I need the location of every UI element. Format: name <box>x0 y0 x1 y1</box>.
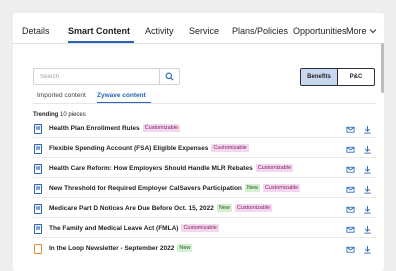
content-row: W Health Plan Enrollment Rules Customizab… <box>33 120 376 138</box>
smart-content-card: Details Smart Content Activity Service P… <box>13 13 384 271</box>
trending-heading: Trending 10 pieces <box>33 112 86 118</box>
row-divider <box>33 137 376 138</box>
search-icon <box>165 72 174 81</box>
download-icon[interactable] <box>363 185 372 194</box>
search-button[interactable] <box>159 68 180 85</box>
subtab-divider <box>33 103 376 104</box>
customizable-badge: Customizable <box>142 124 180 133</box>
word-document-icon: W <box>34 184 42 194</box>
content-title-link[interactable]: Health Care Reform: How Employers Should… <box>49 164 294 174</box>
row-divider <box>33 237 376 238</box>
tab-more[interactable]: More <box>346 26 367 37</box>
download-icon[interactable] <box>363 205 372 214</box>
content-title-link[interactable]: In the Loop Newsletter - September 2022 N… <box>49 244 193 254</box>
tab-opportunities[interactable]: Opportunities <box>293 26 347 37</box>
tab-bar: Details Smart Content Activity Service P… <box>13 13 384 44</box>
word-document-icon: W <box>34 164 42 174</box>
newsletter-document-icon <box>34 244 42 254</box>
download-icon[interactable] <box>363 225 372 234</box>
download-icon[interactable] <box>363 145 372 154</box>
row-divider <box>33 197 376 198</box>
email-icon[interactable] <box>346 185 355 194</box>
customizable-badge: Customizable <box>211 144 249 153</box>
word-document-icon: W <box>34 204 42 214</box>
tab-service[interactable]: Service <box>189 26 219 37</box>
tab-activity[interactable]: Activity <box>145 26 174 37</box>
email-icon[interactable] <box>346 145 355 154</box>
content-title-link[interactable]: The Family and Medical Leave Act (FMLA) C… <box>49 224 219 234</box>
chevron-down-icon[interactable] <box>368 26 378 36</box>
row-divider <box>33 157 376 158</box>
line-of-business-toggle: Benefits P&C <box>300 68 375 86</box>
customizable-badge: Customizable <box>262 184 301 193</box>
customizable-badge: Customizable <box>181 224 219 233</box>
tab-smart-content[interactable]: Smart Content <box>68 26 130 37</box>
benefits-toggle-button[interactable]: Benefits <box>301 69 338 85</box>
subtab-imported-content[interactable]: Imported content <box>37 92 86 99</box>
customizable-badge: Customizable <box>234 204 273 213</box>
tab-details[interactable]: Details <box>22 26 50 37</box>
row-divider <box>33 177 376 178</box>
customizable-badge: Customizable <box>255 164 294 173</box>
content-row: W Health Care Reform: How Employers Shou… <box>33 160 376 178</box>
content-title-link[interactable]: Health Plan Enrollment Rules Customizable <box>49 124 180 134</box>
row-divider <box>33 217 376 218</box>
content-row: W New Threshold for Required Employer Ca… <box>33 180 376 198</box>
subtab-zywave-content[interactable]: Zywave content <box>97 92 146 99</box>
content-title-link[interactable]: Flexible Spending Account (FSA) Eligible… <box>49 144 249 154</box>
tab-plans-policies[interactable]: Plans/Policies <box>232 26 288 37</box>
email-icon[interactable] <box>346 165 355 174</box>
search-input[interactable] <box>33 68 159 85</box>
new-badge: New <box>244 184 260 193</box>
email-icon[interactable] <box>346 245 355 254</box>
content-row: W The Family and Medical Leave Act (FMLA… <box>33 220 376 238</box>
new-badge: New <box>216 204 232 213</box>
download-icon[interactable] <box>363 125 372 134</box>
download-icon[interactable] <box>363 165 372 174</box>
trending-label: Trending <box>33 112 59 118</box>
pc-toggle-button[interactable]: P&C <box>338 69 374 85</box>
word-document-icon: W <box>34 124 42 134</box>
content-row: In the Loop Newsletter - September 2022 N… <box>33 240 376 258</box>
content-title-link[interactable]: Medicare Part D Notices Are Due Before O… <box>49 204 273 214</box>
content-title-link[interactable]: New Threshold for Required Employer CalS… <box>49 184 301 194</box>
content-row: W Medicare Part D Notices Are Due Before… <box>33 200 376 218</box>
email-icon[interactable] <box>346 205 355 214</box>
word-document-icon: W <box>34 144 42 154</box>
trending-count: 10 pieces <box>60 112 86 118</box>
new-badge: New <box>177 244 193 253</box>
email-icon[interactable] <box>346 125 355 134</box>
download-icon[interactable] <box>363 245 372 254</box>
content-row: W Flexible Spending Account (FSA) Eligib… <box>33 140 376 158</box>
word-document-icon: W <box>34 224 42 234</box>
tab-divider <box>13 43 384 44</box>
email-icon[interactable] <box>346 225 355 234</box>
scrollbar-thumb[interactable] <box>381 43 384 93</box>
